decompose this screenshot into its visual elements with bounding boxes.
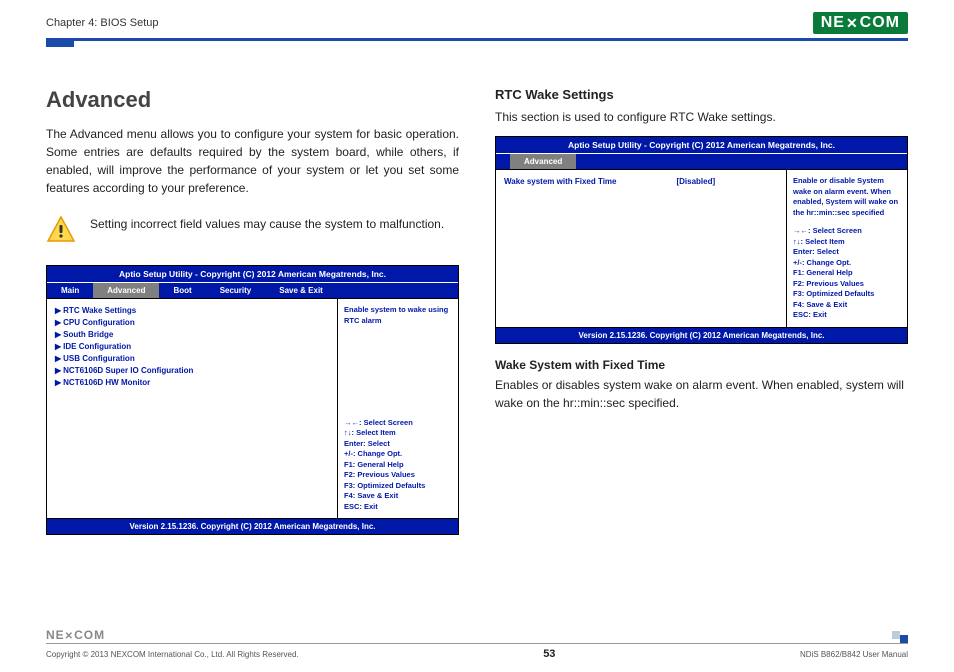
bios-item: ▶NCT6106D Super IO Configuration — [55, 365, 329, 377]
bios-tab-spacer — [496, 154, 510, 169]
bios-tab-advanced: Advanced — [93, 283, 159, 298]
bios-item: ▶RTC Wake Settings — [55, 305, 329, 317]
bios-item: ▶South Bridge — [55, 329, 329, 341]
bios-item: ▶IDE Configuration — [55, 341, 329, 353]
bios-version-bar: Version 2.15.1236. Copyright (C) 2012 Am… — [496, 327, 907, 343]
brand-logo: NE✕COM — [813, 12, 908, 34]
bios-body: Wake system with Fixed Time [Disabled] E… — [496, 169, 907, 327]
setting-label: Wake system with Fixed Time — [504, 176, 616, 188]
subsection-intro: This section is used to configure RTC Wa… — [495, 108, 908, 126]
bios-setting-row: Wake system with Fixed Time [Disabled] — [504, 176, 778, 188]
chapter-title: Chapter 4: BIOS Setup — [46, 17, 159, 29]
page-number: 53 — [543, 648, 555, 660]
bios-tabs: Advanced — [496, 153, 907, 169]
bios-tab-advanced: Advanced — [510, 154, 576, 169]
right-column: RTC Wake Settings This section is used t… — [495, 87, 908, 535]
bios-item: ▶USB Configuration — [55, 353, 329, 365]
bios-tab-security: Security — [206, 283, 266, 298]
left-column: Advanced The Advanced menu allows you to… — [46, 87, 459, 535]
bios-title-bar: Aptio Setup Utility - Copyright (C) 2012… — [496, 137, 907, 153]
bios-main-panel: ▶RTC Wake Settings ▶CPU Configuration ▶S… — [47, 299, 338, 518]
bios-side-panel: Enable or disable System wake on alarm e… — [787, 170, 907, 327]
section-title: Advanced — [46, 87, 459, 113]
bios-body: ▶RTC Wake Settings ▶CPU Configuration ▶S… — [47, 298, 458, 518]
bios-help-text: Enable system to wake using RTC alarm — [344, 305, 452, 326]
option-text: Enables or disables system wake on alarm… — [495, 376, 908, 412]
footer-rule — [46, 643, 908, 644]
bios-tab-save-exit: Save & Exit — [265, 283, 337, 298]
bios-tabs: Main Advanced Boot Security Save & Exit — [47, 282, 458, 298]
manual-name: NDiS B862/B842 User Manual — [800, 650, 908, 659]
content-columns: Advanced The Advanced menu allows you to… — [0, 87, 954, 535]
warning-icon — [46, 215, 76, 243]
bios-screenshot-right: Aptio Setup Utility - Copyright (C) 2012… — [495, 136, 908, 344]
intro-text: The Advanced menu allows you to configur… — [46, 125, 459, 197]
bios-item: ▶NCT6106D HW Monitor — [55, 377, 329, 389]
footer-row: Copyright © 2013 NEXCOM International Co… — [46, 648, 908, 660]
setting-value: [Disabled] — [676, 176, 715, 188]
bios-title-bar: Aptio Setup Utility - Copyright (C) 2012… — [47, 266, 458, 282]
bios-tab-main: Main — [47, 283, 93, 298]
header-stub — [46, 41, 74, 47]
footer-decor — [892, 631, 908, 643]
page-footer: NE✕COM Copyright © 2013 NEXCOM Internati… — [46, 626, 908, 660]
footer-logo: NE✕COM — [46, 628, 105, 642]
bios-key-hints: →←: Select Screen ↑↓: Select Item Enter:… — [344, 418, 452, 513]
option-title: Wake System with Fixed Time — [495, 358, 908, 372]
copyright: Copyright © 2013 NEXCOM International Co… — [46, 650, 299, 659]
bios-screenshot-left: Aptio Setup Utility - Copyright (C) 2012… — [46, 265, 459, 535]
header-rule — [46, 38, 908, 41]
bios-main-panel: Wake system with Fixed Time [Disabled] — [496, 170, 787, 327]
bios-key-hints: →←: Select Screen ↑↓: Select Item Enter:… — [793, 226, 901, 321]
subsection-title: RTC Wake Settings — [495, 87, 908, 102]
bios-version-bar: Version 2.15.1236. Copyright (C) 2012 Am… — [47, 518, 458, 534]
page-header: Chapter 4: BIOS Setup NE✕COM — [0, 0, 954, 38]
bios-item: ▶CPU Configuration — [55, 317, 329, 329]
bios-tab-boot: Boot — [159, 283, 205, 298]
bios-help-text: Enable or disable System wake on alarm e… — [793, 176, 901, 218]
warning-text: Setting incorrect field values may cause… — [90, 215, 444, 233]
bios-side-panel: Enable system to wake using RTC alarm →←… — [338, 299, 458, 518]
warning-block: Setting incorrect field values may cause… — [46, 215, 459, 243]
